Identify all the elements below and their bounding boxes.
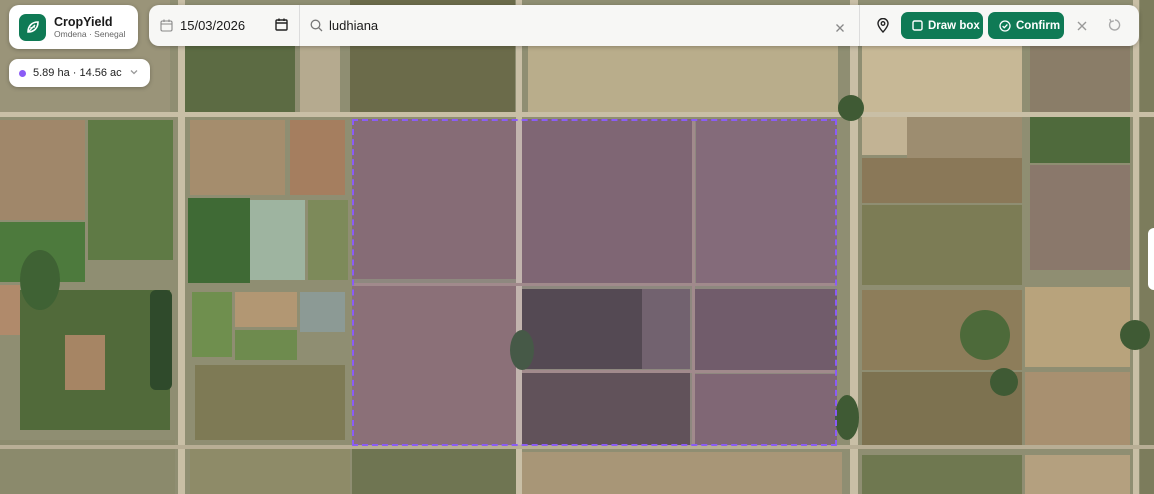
- field: [250, 200, 305, 280]
- tree: [960, 310, 1010, 360]
- field: [195, 365, 345, 440]
- area-color-dot: [19, 69, 26, 77]
- confirm-label: Confirm: [1016, 19, 1061, 32]
- field: [1025, 372, 1130, 447]
- draw-box-label: Draw box: [928, 19, 980, 32]
- field: [0, 120, 85, 220]
- area-label: 5.89 ha · 14.56 ac: [33, 67, 122, 79]
- confirm-button[interactable]: Confirm: [988, 12, 1064, 39]
- field: [88, 120, 173, 260]
- field: [862, 455, 1022, 494]
- field: [0, 285, 20, 335]
- leaf-icon: [19, 13, 46, 41]
- location-pin-icon[interactable]: [876, 17, 890, 38]
- field: [862, 46, 1022, 112]
- road: [178, 0, 185, 494]
- brand-card: CropYield Omdena · Senegal: [9, 5, 138, 49]
- chevron-down-icon: [129, 67, 139, 80]
- calendar-icon: [160, 19, 173, 37]
- field: [300, 40, 340, 112]
- field: [907, 115, 1022, 158]
- clear-search-icon[interactable]: [835, 20, 845, 38]
- location-search-input[interactable]: [329, 14, 829, 36]
- field: [1030, 46, 1130, 112]
- top-toolbar: 15/03/2026 Draw box: [149, 5, 1139, 46]
- field: [190, 120, 285, 195]
- toolbar-divider: [859, 5, 860, 46]
- tree: [150, 290, 172, 390]
- close-icon[interactable]: [1076, 19, 1088, 37]
- field: [1025, 287, 1130, 367]
- app-title: CropYield: [54, 14, 113, 29]
- field: [528, 46, 838, 112]
- side-panel-handle[interactable]: [1148, 228, 1154, 290]
- area-dropdown[interactable]: 5.89 ha · 14.56 ac: [9, 59, 150, 87]
- field: [188, 198, 250, 283]
- field: [522, 452, 842, 494]
- date-field[interactable]: 15/03/2026: [149, 5, 300, 46]
- field: [185, 40, 295, 112]
- search-icon: [310, 19, 323, 37]
- field: [1025, 455, 1130, 494]
- tree: [1120, 320, 1150, 350]
- tree: [838, 95, 864, 121]
- reset-icon[interactable]: [1108, 18, 1122, 37]
- field: [290, 120, 345, 195]
- field: [862, 158, 1022, 203]
- tree: [835, 395, 859, 440]
- check-circle-icon: [999, 19, 1011, 32]
- field: [862, 115, 907, 155]
- field: [235, 330, 297, 360]
- field: [65, 335, 105, 390]
- app-subtitle: Omdena · Senegal: [54, 28, 126, 39]
- road: [0, 112, 1154, 117]
- field: [235, 292, 297, 327]
- road: [1133, 0, 1139, 494]
- field: [1030, 165, 1130, 270]
- field: [308, 200, 348, 280]
- field: [300, 292, 345, 332]
- date-value: 15/03/2026: [180, 18, 246, 33]
- field: [1030, 115, 1130, 163]
- field: [352, 448, 517, 494]
- field: [192, 292, 232, 357]
- tree: [990, 368, 1018, 396]
- field: [862, 205, 1022, 285]
- selection-box[interactable]: [352, 119, 837, 446]
- tree: [20, 250, 60, 310]
- field: [190, 448, 350, 494]
- date-picker-icon[interactable]: [275, 18, 288, 36]
- draw-box-button[interactable]: Draw box: [901, 12, 983, 39]
- square-icon: [912, 20, 923, 31]
